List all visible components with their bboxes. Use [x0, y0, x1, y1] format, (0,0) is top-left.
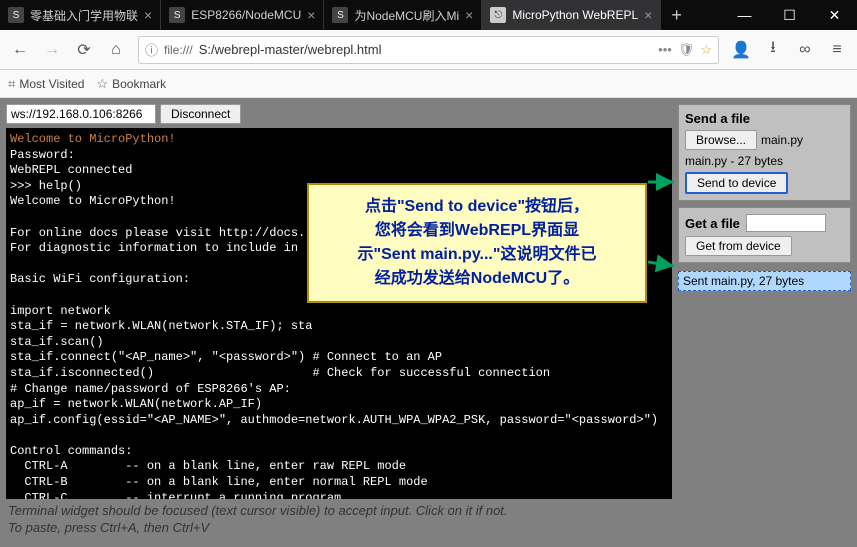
url-input[interactable] [199, 42, 652, 57]
bookmarks-bar: ⌗ Most Visited ☆ Bookmark [0, 70, 857, 98]
site-info-icon[interactable]: ⓘ [145, 40, 158, 59]
tab-title: MicroPython WebREPL [512, 8, 638, 22]
close-icon[interactable]: × [465, 8, 473, 22]
tracking-shield-icon[interactable]: 🛡 [678, 42, 695, 58]
favicon-icon: ⎋ [490, 7, 506, 23]
hint-line-2: To paste, press Ctrl+A, then Ctrl+V [8, 520, 670, 537]
callout-line: 您将会看到WebREPL界面显 [321, 219, 633, 243]
tab-title: 零基础入门学用物联 [30, 7, 138, 24]
browser-toolbar: ← → ⟳ ⌂ ⓘ file:/// ••• 🛡 ☆ 👤 ⭳ ∞ ≡ [0, 30, 857, 70]
selected-filename: main.py [761, 133, 803, 147]
maximize-button[interactable]: ☐ [767, 0, 812, 30]
close-icon[interactable]: × [144, 8, 152, 22]
side-panel: Send a file Browse... main.py main.py - … [672, 98, 857, 547]
callout-line: 示"Sent main.py..."这说明文件已 [321, 243, 633, 267]
browse-button[interactable]: Browse... [685, 130, 757, 150]
browser-tabstrip: S 零基础入门学用物联 × S ESP8266/NodeMCU × S 为Nod… [0, 0, 857, 30]
downloads-icon[interactable]: ⭳ [759, 36, 787, 64]
send-to-device-button[interactable]: Send to device [685, 172, 788, 194]
star-icon: ☆ [96, 76, 108, 92]
new-tab-button[interactable]: + [661, 0, 692, 30]
get-file-panel: Get a file Get from device [678, 207, 851, 263]
home-button[interactable]: ⌂ [102, 36, 130, 64]
window-controls: — ☐ ✕ [722, 0, 857, 30]
tab-2[interactable]: S 为NodeMCU刷入Mi × [324, 0, 482, 30]
forward-button[interactable]: → [38, 36, 66, 64]
page-actions-icon[interactable]: ••• [658, 42, 672, 57]
back-button[interactable]: ← [6, 36, 34, 64]
callout-line: 经成功发送给NodeMCU了。 [321, 267, 633, 291]
websocket-controls: Disconnect [6, 104, 672, 124]
tab-0[interactable]: S 零基础入门学用物联 × [0, 0, 161, 30]
favicon-icon: S [8, 7, 24, 23]
most-visited-item[interactable]: ⌗ Most Visited [8, 76, 84, 92]
bookmark-star-icon[interactable]: ☆ [700, 42, 712, 58]
account-icon[interactable]: 👤 [727, 36, 755, 64]
tab-3-active[interactable]: ⎋ MicroPython WebREPL × [482, 0, 661, 30]
page-content: Disconnect Welcome to MicroPython! Passw… [0, 98, 857, 547]
callout-line: 点击"Send to device"按钮后， [321, 195, 633, 219]
file-info: main.py - 27 bytes [685, 154, 844, 168]
minimize-button[interactable]: — [722, 0, 767, 30]
url-bar[interactable]: ⓘ file:/// ••• 🛡 ☆ [138, 36, 719, 64]
bookmark-folder-item[interactable]: ☆ Bookmark [96, 76, 166, 92]
disconnect-button[interactable]: Disconnect [160, 104, 241, 124]
tab-1[interactable]: S ESP8266/NodeMCU × [161, 0, 324, 30]
transfer-status: Sent main.py, 27 bytes [678, 271, 851, 291]
terminal-hint: Terminal widget should be focused (text … [6, 499, 672, 541]
close-icon[interactable]: × [307, 8, 315, 22]
instruction-callout: 点击"Send to device"按钮后， 您将会看到WebREPL界面显 示… [307, 183, 647, 303]
url-scheme: file:/// [164, 43, 193, 57]
bookmark-label: Most Visited [19, 77, 84, 91]
terminal-welcome: Welcome to MicroPython! [10, 132, 176, 146]
tab-title: ESP8266/NodeMCU [191, 8, 301, 22]
hint-line-1: Terminal widget should be focused (text … [8, 503, 670, 520]
send-title: Send a file [685, 111, 844, 126]
favicon-icon: S [332, 7, 348, 23]
get-title-text: Get a file [685, 216, 740, 231]
grid-icon: ⌗ [8, 76, 15, 92]
get-from-device-button[interactable]: Get from device [685, 236, 792, 256]
reload-button[interactable]: ⟳ [70, 36, 98, 64]
get-filename-input[interactable] [746, 214, 826, 232]
bookmark-label: Bookmark [112, 77, 166, 91]
websocket-url-input[interactable] [6, 104, 156, 124]
send-file-panel: Send a file Browse... main.py main.py - … [678, 104, 851, 201]
menu-icon[interactable]: ≡ [823, 36, 851, 64]
tab-title: 为NodeMCU刷入Mi [354, 7, 459, 24]
close-icon[interactable]: × [644, 8, 652, 22]
terminal-column: Disconnect Welcome to MicroPython! Passw… [0, 98, 672, 547]
favicon-icon: S [169, 7, 185, 23]
get-title: Get a file [685, 214, 844, 232]
sync-icon[interactable]: ∞ [791, 36, 819, 64]
close-window-button[interactable]: ✕ [812, 0, 857, 30]
